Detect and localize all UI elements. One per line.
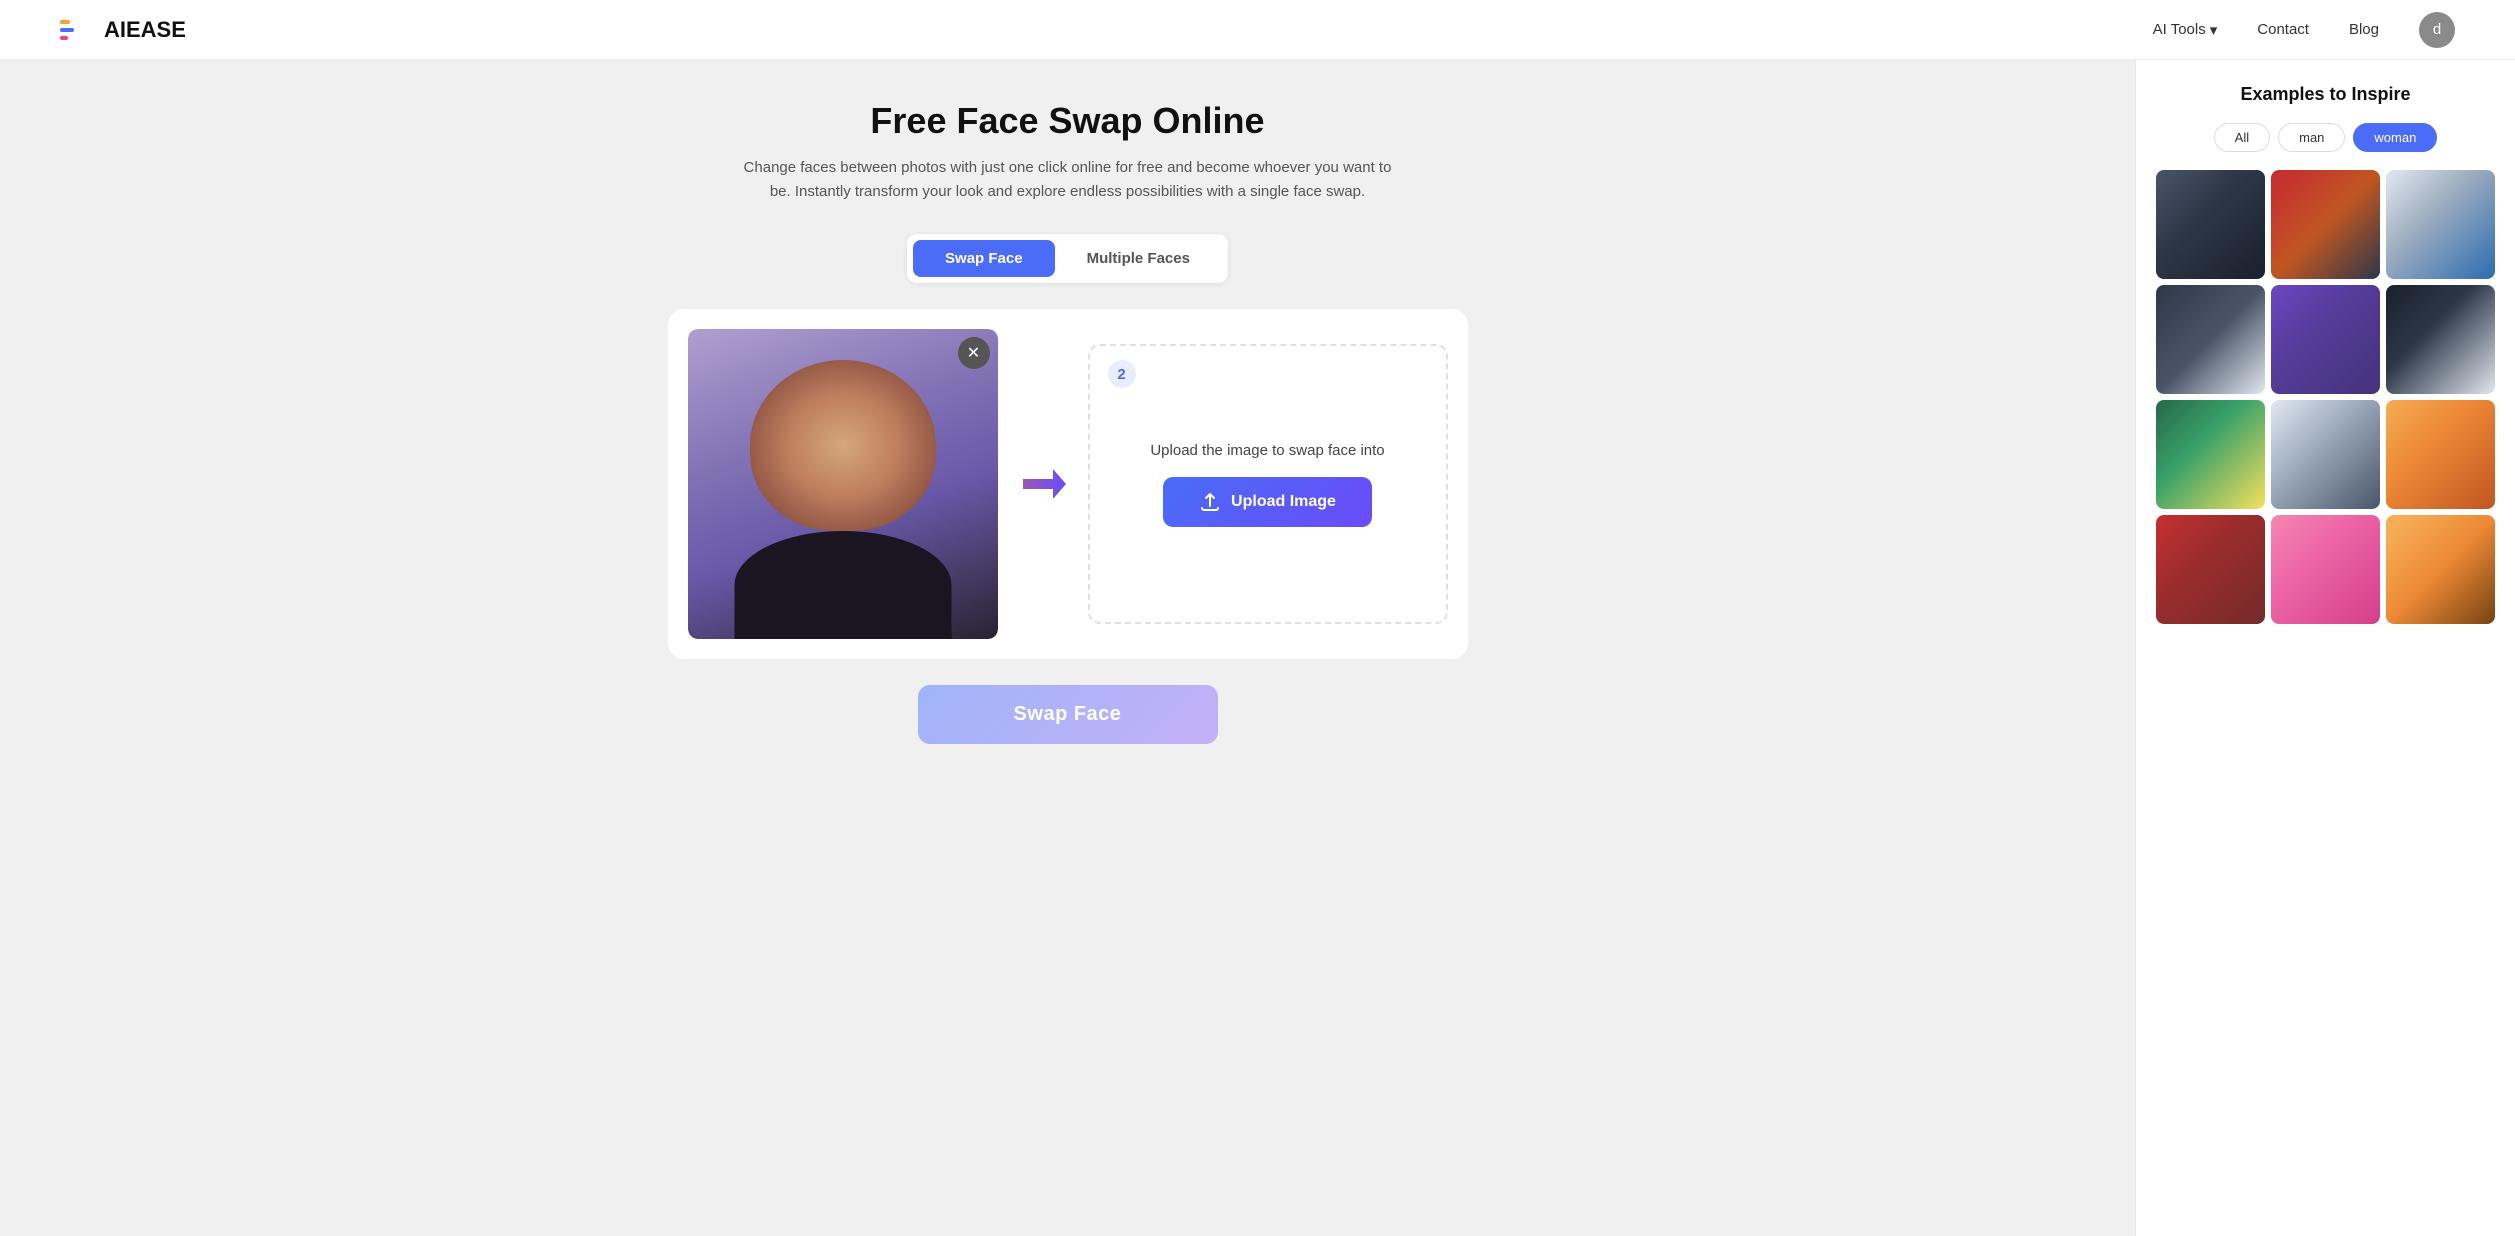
user-avatar[interactable]: d: [2419, 12, 2455, 48]
target-instruction: Upload the image to swap face into: [1150, 442, 1384, 459]
filter-all[interactable]: All: [2214, 123, 2270, 152]
gallery-item[interactable]: [2386, 285, 2495, 394]
gallery-item[interactable]: [2386, 170, 2495, 279]
logo-icon: [60, 16, 96, 44]
nav-contact[interactable]: Contact: [2257, 21, 2309, 38]
main-content: Free Face Swap Online Change faces betwe…: [0, 60, 2135, 1236]
remove-source-button[interactable]: ✕: [958, 337, 990, 369]
close-icon: ✕: [967, 343, 980, 363]
logo-text: AIEASE: [104, 17, 186, 43]
navbar: AIEASE AI Tools ▾ Contact Blog d: [0, 0, 2515, 60]
step-badge: 2: [1108, 360, 1136, 388]
arrow-section: [998, 459, 1088, 509]
tabs-container: Swap Face Multiple Faces: [907, 234, 1228, 283]
page-layout: Free Face Swap Online Change faces betwe…: [0, 60, 2515, 1236]
gallery-item[interactable]: [2271, 170, 2380, 279]
sidebar: Examples to Inspire All man woman: [2135, 60, 2515, 1236]
filter-woman[interactable]: woman: [2353, 123, 2437, 152]
gallery-item[interactable]: [2271, 285, 2380, 394]
nav-ai-tools[interactable]: AI Tools ▾: [2153, 21, 2218, 39]
upload-image-button[interactable]: Upload Image: [1163, 477, 1372, 527]
gallery-item[interactable]: [2271, 400, 2380, 509]
swap-face-button[interactable]: Swap Face: [918, 685, 1218, 744]
gallery-item[interactable]: [2156, 400, 2265, 509]
gallery-item[interactable]: [2156, 515, 2265, 624]
logo[interactable]: AIEASE: [60, 16, 186, 44]
upload-icon: [1199, 491, 1221, 513]
source-image-wrapper: ✕: [688, 329, 998, 639]
tab-swap-face[interactable]: Swap Face: [913, 240, 1055, 277]
swap-area: ✕ 2 Upload th: [668, 309, 1468, 659]
gallery-item[interactable]: [2156, 285, 2265, 394]
tab-multiple-faces[interactable]: Multiple Faces: [1055, 240, 1222, 277]
source-panel: ✕: [688, 329, 998, 639]
filter-man[interactable]: man: [2278, 123, 2345, 152]
page-description: Change faces between photos with just on…: [738, 156, 1398, 204]
target-panel: 2 Upload the image to swap face into Upl…: [1088, 344, 1448, 624]
gallery-item[interactable]: [2386, 400, 2495, 509]
filter-row: All man woman: [2156, 123, 2495, 152]
gallery-item[interactable]: [2271, 515, 2380, 624]
source-face-photo: [688, 329, 998, 639]
gallery-item[interactable]: [2386, 515, 2495, 624]
sidebar-title: Examples to Inspire: [2156, 84, 2495, 105]
nav-blog[interactable]: Blog: [2349, 21, 2379, 38]
gallery-grid: [2156, 170, 2495, 624]
page-title: Free Face Swap Online: [870, 100, 1264, 142]
gallery-item[interactable]: [2156, 170, 2265, 279]
nav-links: AI Tools ▾ Contact Blog d: [2153, 12, 2455, 48]
arrow-icon: [1018, 459, 1068, 509]
chevron-down-icon: ▾: [2210, 21, 2218, 39]
